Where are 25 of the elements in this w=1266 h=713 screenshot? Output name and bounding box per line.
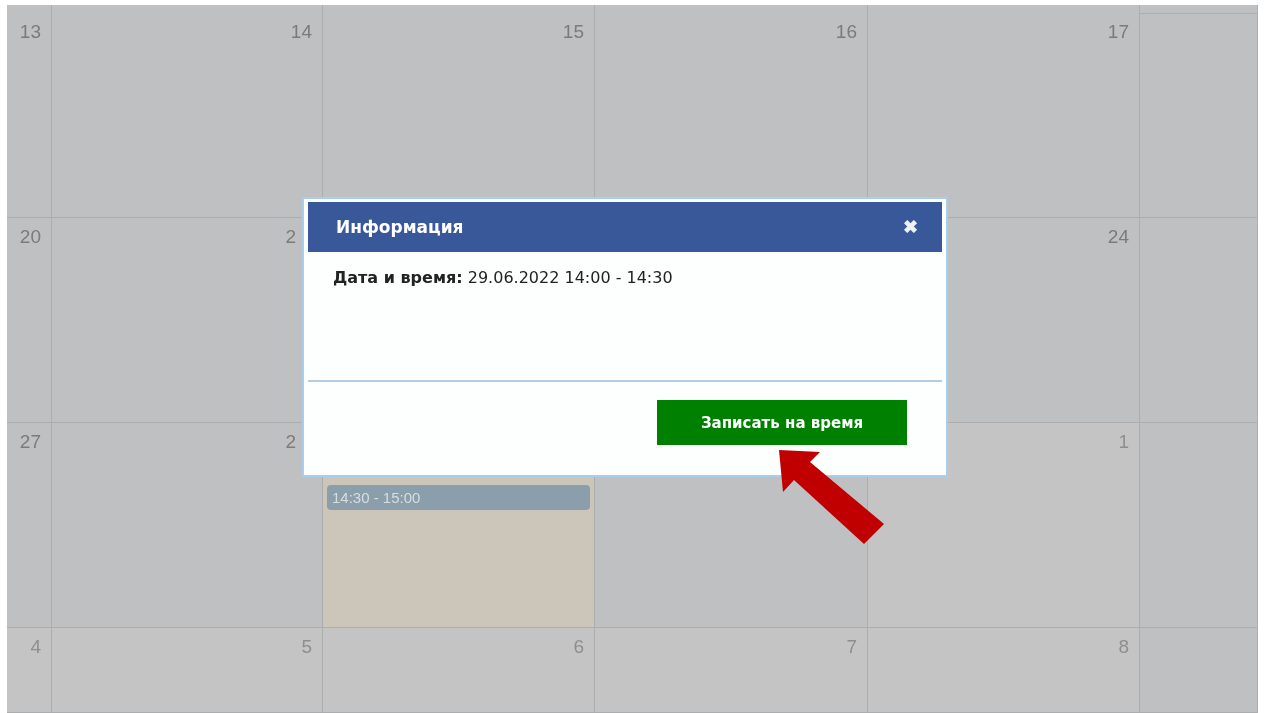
day-cell[interactable] [1140, 13, 1258, 218]
day-cell[interactable] [1140, 628, 1258, 713]
day-number: 15 [562, 20, 585, 43]
day-cell[interactable] [1140, 218, 1258, 423]
book-time-button[interactable]: Записать на время [657, 400, 907, 445]
day-number: 16 [835, 20, 858, 43]
dialog-title: Информация [336, 217, 464, 237]
day-cell[interactable] [1140, 423, 1258, 628]
day-cell[interactable]: 20 [7, 218, 52, 423]
day-number: 2 [285, 430, 297, 453]
date-time-text: Дата и время: 29.06.2022 14:00 - 14:30 [333, 268, 673, 287]
day-number: 14 [290, 20, 313, 43]
day-number: 20 [19, 225, 42, 248]
day-number: 24 [1107, 225, 1130, 248]
day-cell[interactable]: 14 [52, 13, 323, 218]
day-cell[interactable]: 27 [7, 423, 52, 628]
day-cell[interactable]: 17 [868, 13, 1140, 218]
day-number: 2 [285, 225, 297, 248]
day-cell[interactable]: 13 [7, 13, 52, 218]
day-number: 27 [19, 430, 42, 453]
close-button[interactable]: ✖ [903, 216, 918, 238]
day-number: 13 [19, 20, 42, 43]
day-number: 17 [1107, 20, 1130, 43]
day-cell[interactable] [1140, 5, 1258, 14]
event-block[interactable]: 14:30 - 15:00 [327, 485, 590, 510]
